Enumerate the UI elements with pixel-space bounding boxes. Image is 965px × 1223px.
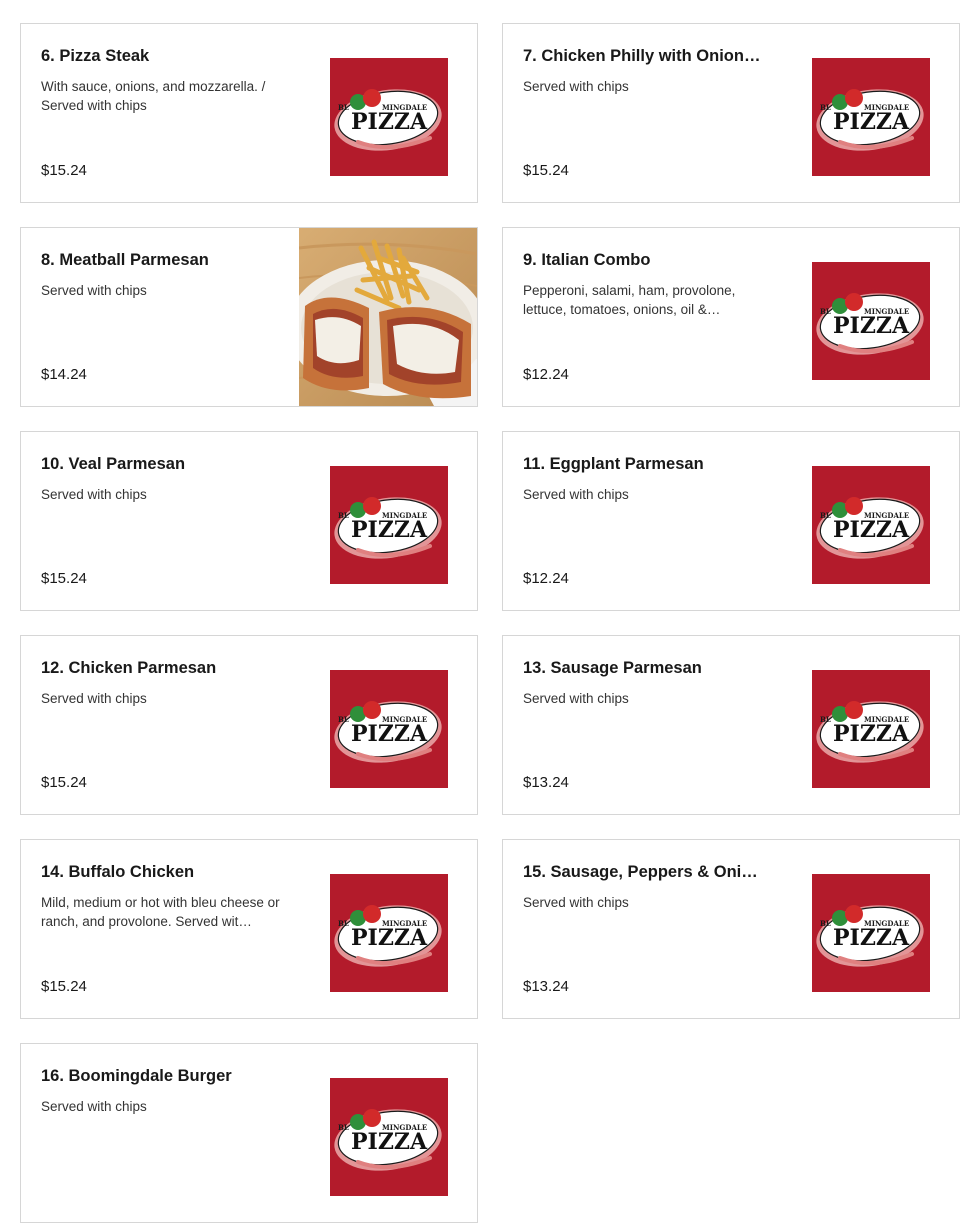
menu-item-card[interactable]: 16. Boomingdale Burger Served with chips… (20, 1043, 478, 1223)
item-image-logo: BL MINGDALE PIZZA (330, 874, 448, 992)
svg-text:BL: BL (338, 919, 349, 928)
menu-item-card[interactable]: 9. Italian Combo Pepperoni, salami, ham,… (502, 227, 960, 407)
item-description: Pepperoni, salami, ham, provolone, lettu… (523, 283, 736, 317)
menu-item-card[interactable]: 6. Pizza Steak With sauce, onions, and m… (20, 23, 478, 203)
item-name: 9. Italian Combo (523, 251, 651, 269)
svg-text:PIZZA: PIZZA (833, 109, 910, 135)
bloomingdale-pizza-logo: BL MINGDALEPIZZA (330, 466, 448, 584)
item-name: 14. Buffalo Chicken (41, 863, 195, 881)
item-image-photo (299, 228, 477, 406)
item-description: Served with chips (41, 1099, 147, 1114)
menu-item-card[interactable]: 14. Buffalo Chicken Mild, medium or hot … (20, 839, 478, 1019)
svg-text:PIZZA: PIZZA (351, 925, 428, 951)
svg-text:BL: BL (338, 511, 349, 520)
svg-text:PIZZA: PIZZA (351, 1129, 428, 1155)
item-description: Served with chips (41, 283, 147, 298)
item-price: $15.24 (41, 162, 87, 179)
bloomingdale-pizza-logo: BL MINGDALEPIZZA (330, 874, 448, 992)
svg-text:BL: BL (820, 715, 831, 724)
item-name: 10. Veal Parmesan (41, 455, 186, 473)
item-price: $12.24 (523, 570, 569, 587)
item-image-logo: BL MINGDALE PIZZA (330, 58, 448, 176)
bloomingdale-pizza-logo: BL MINGDALEPIZZA (812, 466, 930, 584)
item-image-logo: BL MINGDALE PIZZA (812, 874, 930, 992)
item-name: 8. Meatball Parmesan (41, 251, 209, 269)
item-description: Served with chips (41, 691, 147, 706)
item-name: 12. Chicken Parmesan (41, 659, 217, 677)
item-name: 11. Eggplant Parmesan (523, 455, 704, 473)
item-image-logo: BL MINGDALE PIZZA (812, 262, 930, 380)
item-description: Served with chips (523, 79, 629, 94)
bloomingdale-pizza-logo: BL MINGDALEPIZZA (812, 670, 930, 788)
svg-text:BL: BL (820, 307, 831, 316)
item-price: $15.24 (41, 978, 87, 995)
item-image-logo: BL MINGDALE PIZZA (812, 670, 930, 788)
item-price: $13.24 (523, 774, 569, 791)
svg-text:BL: BL (820, 103, 831, 112)
item-image-logo: BL MINGDALE PIZZA (812, 58, 930, 176)
item-description: Mild, medium or hot with bleu cheese or … (41, 895, 280, 929)
item-image-logo: BL MINGDALE PIZZA (812, 466, 930, 584)
menu-item-card[interactable]: 13. Sausage Parmesan Served with chips $… (502, 635, 960, 815)
bloomingdale-pizza-logo: BL MINGDALEPIZZA (330, 670, 448, 788)
menu-item-card[interactable]: 10. Veal Parmesan Served with chips $15.… (20, 431, 478, 611)
svg-text:BL: BL (820, 919, 831, 928)
menu-items-grid: 6. Pizza Steak With sauce, onions, and m… (20, 23, 960, 1223)
menu-item-card[interactable]: 7. Chicken Philly with Onions… Served wi… (502, 23, 960, 203)
bloomingdale-pizza-logo: BL MINGDALEPIZZA (330, 1078, 448, 1196)
svg-text:PIZZA: PIZZA (833, 313, 910, 339)
item-description: Served with chips (523, 487, 629, 502)
bloomingdale-pizza-logo: BL MINGDALEPIZZA (812, 262, 930, 380)
menu-item-card[interactable]: 15. Sausage, Peppers & Onio… Served with… (502, 839, 960, 1019)
menu-item-card[interactable]: 12. Chicken Parmesan Served with chips $… (20, 635, 478, 815)
item-image-logo: BL MINGDALE PIZZA (330, 466, 448, 584)
item-price: $15.24 (523, 162, 569, 179)
item-name: 15. Sausage, Peppers & Onio… (523, 863, 763, 881)
svg-text:PIZZA: PIZZA (833, 925, 910, 951)
menu-item-card[interactable]: 11. Eggplant Parmesan Served with chips … (502, 431, 960, 611)
svg-text:BL: BL (338, 1123, 349, 1132)
svg-text:PIZZA: PIZZA (351, 109, 428, 135)
bloomingdale-pizza-logo: BL MINGDALEPIZZA (812, 874, 930, 992)
item-price: $15.24 (41, 774, 87, 791)
svg-text:PIZZA: PIZZA (351, 517, 428, 543)
item-price: $14.24 (41, 366, 87, 383)
svg-text:BL: BL (338, 103, 349, 112)
item-name: 7. Chicken Philly with Onions… (523, 47, 763, 65)
item-description: Served with chips (41, 487, 147, 502)
svg-text:PIZZA: PIZZA (833, 721, 910, 747)
item-image-logo: BL MINGDALE PIZZA (330, 1078, 448, 1196)
item-price: $15.24 (41, 570, 87, 587)
item-description: Served with chips (523, 691, 629, 706)
menu-item-card[interactable]: 8. Meatball Parmesan Served with chips $… (20, 227, 478, 407)
item-price: $12.24 (523, 366, 569, 383)
bloomingdale-pizza-logo: BL MINGDALEPIZZA (812, 58, 930, 176)
svg-text:BL: BL (820, 511, 831, 520)
item-name: 16. Boomingdale Burger (41, 1067, 232, 1085)
item-description: With sauce, onions, and mozzarella. / Se… (41, 79, 266, 113)
item-description: Served with chips (523, 895, 629, 910)
svg-text:PIZZA: PIZZA (833, 517, 910, 543)
item-name: 13. Sausage Parmesan (523, 659, 702, 677)
item-price: $13.24 (523, 978, 569, 995)
svg-text:BL: BL (338, 715, 349, 724)
item-name: 6. Pizza Steak (41, 47, 150, 65)
bloomingdale-pizza-logo: BL MINGDALEPIZZA (330, 58, 448, 176)
svg-text:PIZZA: PIZZA (351, 721, 428, 747)
item-image-logo: BL MINGDALE PIZZA (330, 670, 448, 788)
